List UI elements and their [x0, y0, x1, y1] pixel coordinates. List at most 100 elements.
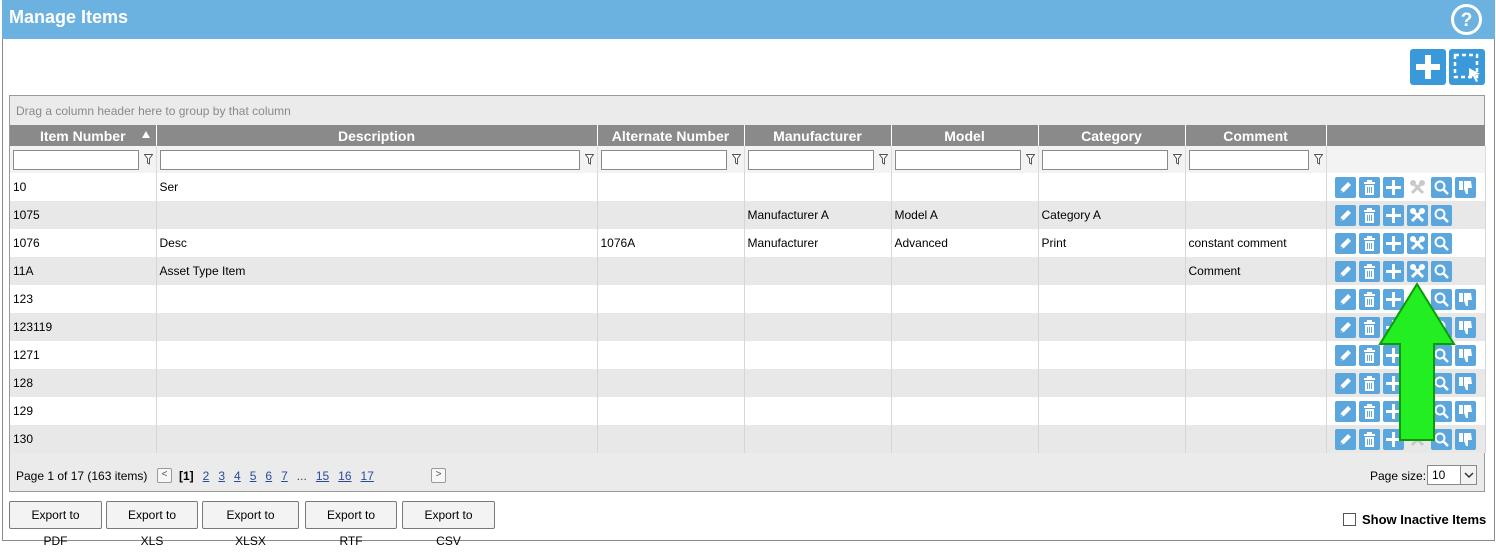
- column-header-alternate-number[interactable]: Alternate Number: [597, 125, 745, 146]
- table-row[interactable]: 128: [10, 369, 1486, 397]
- edit-button[interactable]: [1334, 316, 1356, 338]
- filter-icon[interactable]: [878, 154, 888, 165]
- table-row[interactable]: 123119: [10, 313, 1486, 341]
- deactivate-button[interactable]: [1454, 176, 1476, 198]
- deactivate-button[interactable]: [1454, 400, 1476, 422]
- filter-alternate-number-input[interactable]: [600, 149, 727, 170]
- edit-button[interactable]: [1334, 176, 1356, 198]
- filter-icon[interactable]: [1025, 154, 1035, 165]
- items-table: Item Number Description Alternate Number…: [10, 125, 1486, 453]
- table-row[interactable]: 130: [10, 425, 1486, 453]
- filter-manufacturer-input[interactable]: [747, 149, 874, 170]
- table-row[interactable]: 10 Ser: [10, 173, 1486, 201]
- page-link[interactable]: 2: [203, 469, 210, 483]
- export-button[interactable]: Export to CSV: [402, 501, 495, 548]
- chevron-down-icon[interactable]: [1460, 466, 1476, 484]
- delete-button[interactable]: [1358, 372, 1380, 394]
- filter-icon[interactable]: [1172, 154, 1182, 165]
- add-child-button[interactable]: [1382, 232, 1404, 254]
- show-inactive-checkbox[interactable]: [1343, 513, 1356, 526]
- filter-item-number-input[interactable]: [13, 149, 139, 170]
- filter-comment-input[interactable]: [1188, 149, 1309, 170]
- page-size-select[interactable]: 10: [1427, 465, 1477, 485]
- edit-button[interactable]: [1334, 204, 1356, 226]
- delete-button[interactable]: [1358, 344, 1380, 366]
- column-header-category[interactable]: Category: [1038, 125, 1186, 146]
- view-button[interactable]: [1430, 176, 1452, 198]
- export-button[interactable]: Export to RTF: [305, 501, 397, 548]
- filter-icon[interactable]: [731, 154, 741, 165]
- export-button[interactable]: Export to XLS: [106, 501, 198, 548]
- page-link[interactable]: 17: [361, 469, 374, 483]
- cell-item-number: 130: [10, 425, 157, 453]
- maintenance-button[interactable]: [1406, 260, 1428, 282]
- page-link[interactable]: 7: [281, 469, 288, 483]
- column-header-model[interactable]: Model: [891, 125, 1039, 146]
- help-icon[interactable]: ?: [1450, 3, 1483, 36]
- delete-button[interactable]: [1358, 400, 1380, 422]
- column-header-comment[interactable]: Comment: [1185, 125, 1327, 146]
- prev-page-button[interactable]: <: [157, 468, 172, 483]
- edit-button[interactable]: [1334, 400, 1356, 422]
- edit-button[interactable]: [1334, 232, 1356, 254]
- deactivate-button[interactable]: [1454, 372, 1476, 394]
- next-page-button[interactable]: >: [431, 468, 446, 483]
- table-row[interactable]: 1271: [10, 341, 1486, 369]
- column-header-item-number[interactable]: Item Number: [10, 125, 157, 146]
- page-link[interactable]: 5: [250, 469, 257, 483]
- view-button[interactable]: [1430, 232, 1452, 254]
- page-link[interactable]: 4: [234, 469, 241, 483]
- table-row[interactable]: 123: [10, 285, 1486, 313]
- column-header-manufacturer[interactable]: Manufacturer: [744, 125, 892, 146]
- show-inactive-toggle[interactable]: Show Inactive Items: [1343, 512, 1486, 527]
- filter-icon[interactable]: [584, 154, 594, 165]
- view-button[interactable]: [1430, 260, 1452, 282]
- cell-item-number: 123: [10, 285, 157, 313]
- maintenance-button[interactable]: [1406, 204, 1428, 226]
- page-link[interactable]: 3: [218, 469, 225, 483]
- filter-category-input[interactable]: [1041, 149, 1168, 170]
- delete-button[interactable]: [1358, 316, 1380, 338]
- delete-button[interactable]: [1358, 232, 1380, 254]
- filter-model-input[interactable]: [894, 149, 1021, 170]
- filter-icon[interactable]: [1313, 154, 1323, 165]
- deactivate-button[interactable]: [1454, 316, 1476, 338]
- edit-button[interactable]: [1334, 344, 1356, 366]
- cell-manufacturer: [744, 313, 892, 341]
- page-link[interactable]: 15: [316, 469, 329, 483]
- table-row[interactable]: 1076 Desc 1076A Manufacturer Advanced Print co…: [10, 229, 1486, 257]
- deactivate-button[interactable]: [1454, 344, 1476, 366]
- edit-button[interactable]: [1334, 288, 1356, 310]
- table-row[interactable]: 1075 Manufacturer A Model A Category A: [10, 201, 1486, 229]
- table-row[interactable]: 129: [10, 397, 1486, 425]
- cell-alternate-number: 1076A: [597, 229, 745, 257]
- page-ellipsis[interactable]: ...: [297, 469, 307, 483]
- maintenance-button[interactable]: [1406, 232, 1428, 254]
- delete-button[interactable]: [1358, 260, 1380, 282]
- column-header-description[interactable]: Description: [156, 125, 598, 146]
- page-link[interactable]: 16: [338, 469, 351, 483]
- page-link[interactable]: 6: [265, 469, 272, 483]
- group-by-panel[interactable]: Drag a column header here to group by th…: [10, 96, 1484, 125]
- edit-button[interactable]: [1334, 260, 1356, 282]
- filter-description-input[interactable]: [159, 149, 580, 170]
- select-items-button[interactable]: [1449, 49, 1485, 85]
- delete-button[interactable]: [1358, 288, 1380, 310]
- delete-button[interactable]: [1358, 204, 1380, 226]
- deactivate-button[interactable]: [1454, 428, 1476, 450]
- delete-button[interactable]: [1358, 176, 1380, 198]
- export-button[interactable]: Export to PDF: [9, 501, 102, 548]
- edit-button[interactable]: [1334, 428, 1356, 450]
- add-child-button[interactable]: [1382, 176, 1404, 198]
- delete-button[interactable]: [1358, 428, 1380, 450]
- export-button[interactable]: Export to XLSX: [202, 501, 299, 548]
- table-row[interactable]: 11A Asset Type Item Comment: [10, 257, 1486, 285]
- add-item-button[interactable]: [1410, 49, 1446, 85]
- view-button[interactable]: [1430, 204, 1452, 226]
- edit-button[interactable]: [1334, 372, 1356, 394]
- cell-category: [1038, 369, 1186, 397]
- add-child-button[interactable]: [1382, 204, 1404, 226]
- add-child-button[interactable]: [1382, 260, 1404, 282]
- filter-icon[interactable]: [143, 154, 153, 165]
- deactivate-button[interactable]: [1454, 288, 1476, 310]
